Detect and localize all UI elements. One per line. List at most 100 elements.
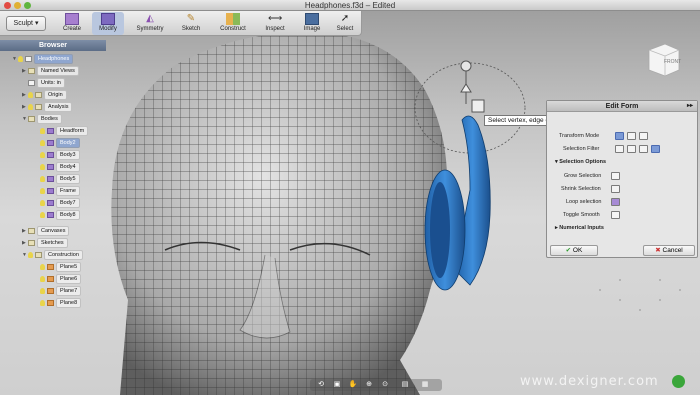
tree-item-body[interactable]: Body7 [40, 198, 80, 208]
vertex-filter-icon[interactable] [615, 145, 624, 153]
orbit-icon[interactable]: ⟲ [316, 380, 326, 390]
body-label: Body8 [56, 210, 80, 220]
edge-filter-icon[interactable] [627, 145, 636, 153]
modify-menu[interactable]: Modify [92, 12, 124, 35]
tree-item-body[interactable]: Frame [40, 186, 80, 196]
symmetry-label: Symmetry [136, 26, 164, 32]
tree-item-named-views[interactable]: ▶ Named Views [22, 66, 79, 77]
lightbulb-icon[interactable] [18, 56, 23, 62]
select-menu[interactable]: ➚ Select [332, 12, 358, 35]
body-icon [47, 127, 54, 134]
selection-filter-label: Selection Filter [563, 146, 600, 152]
tree-item-plane[interactable]: Plane5 [40, 262, 82, 272]
lightbulb-icon[interactable] [40, 199, 45, 206]
sketches-label: Sketches [37, 238, 68, 249]
pan-icon[interactable]: ✋ [348, 380, 358, 390]
shrink-selection-button[interactable] [611, 185, 620, 193]
modify-icon [101, 13, 115, 25]
symmetry-menu[interactable]: ◭ Symmetry [132, 12, 168, 35]
plane-icon [47, 299, 54, 306]
folder-icon [28, 68, 35, 74]
inspect-menu[interactable]: ⟷ Inspect [260, 12, 290, 35]
image-menu[interactable]: Image [298, 12, 326, 35]
numerical-inputs-header[interactable]: ▸ Numerical Inputs [555, 225, 604, 231]
folder-icon [28, 228, 35, 234]
lightbulb-icon[interactable] [40, 187, 45, 194]
edit-form-title: Edit Form ▸▸ [547, 101, 697, 112]
face-filter-icon[interactable] [639, 145, 648, 153]
tree-item-bodies[interactable]: ▼ Bodies [22, 114, 62, 125]
tree-item-body[interactable]: Body4 [40, 162, 80, 172]
tree-item-body[interactable]: Body8 [40, 210, 80, 220]
select-label: Select [336, 26, 354, 32]
construct-menu[interactable]: Construct [214, 12, 252, 35]
display-settings-icon[interactable]: ▤ [400, 380, 410, 390]
look-at-icon[interactable]: ▣ [332, 380, 342, 390]
zoom-window-icon[interactable] [24, 2, 31, 9]
edit-form-title-text: Edit Form [605, 103, 639, 110]
lightbulb-icon[interactable] [28, 252, 33, 258]
selection-options-label: Selection Options [559, 159, 607, 165]
object-filter-icon[interactable] [651, 145, 660, 153]
close-window-icon[interactable] [4, 2, 11, 9]
watermark-logo-icon [672, 375, 685, 388]
zoom-icon[interactable]: ⊕ [364, 380, 374, 390]
lightbulb-icon[interactable] [40, 275, 45, 282]
body-label: Body5 [56, 174, 80, 184]
cube-icon [65, 13, 79, 25]
tree-item-body[interactable]: Headform [40, 126, 89, 136]
cancel-button[interactable]: ✖ Cancel [643, 245, 695, 256]
tree-item-body[interactable]: Body3 [40, 150, 80, 160]
rotate-mode-icon[interactable] [627, 132, 636, 140]
sketch-menu[interactable]: ✎ Sketch [176, 12, 206, 35]
toggle-smooth-button[interactable] [611, 211, 620, 219]
lightbulb-icon[interactable] [28, 92, 33, 98]
tree-item-construction[interactable]: ▼ Construction [22, 250, 83, 261]
plane-icon [47, 275, 54, 282]
scale-mode-icon[interactable] [639, 132, 648, 140]
lightbulb-icon[interactable] [40, 175, 45, 182]
tree-item-analysis[interactable]: ▶ Analysis [22, 102, 73, 113]
lightbulb-icon[interactable] [28, 104, 33, 110]
body-label: Body2 [56, 138, 80, 148]
tree-item-canvases[interactable]: ▶ Canvases [22, 226, 70, 237]
lightbulb-icon[interactable] [40, 151, 45, 158]
workspace-dropdown[interactable]: Sculpt ▾ [6, 16, 46, 31]
selection-options-header[interactable]: ▾ Selection Options [555, 159, 606, 165]
tree-item-origin[interactable]: ▶ Origin [22, 90, 67, 101]
grow-selection-button[interactable] [611, 172, 620, 180]
lightbulb-icon[interactable] [40, 163, 45, 170]
tree-item-plane[interactable]: Plane6 [40, 274, 82, 284]
viewcube[interactable]: FRONT [645, 40, 683, 80]
move-mode-icon[interactable] [615, 132, 624, 140]
fit-icon[interactable]: ⊙ [380, 380, 390, 390]
tree-item-sketches[interactable]: ▶ Sketches [22, 238, 68, 249]
tree-item-body[interactable]: Body2 [40, 138, 80, 148]
tree-item-plane[interactable]: Plane8 [40, 298, 82, 308]
create-menu[interactable]: Create [58, 12, 86, 35]
lightbulb-icon[interactable] [40, 299, 45, 306]
expand-dialog-icon[interactable]: ▸▸ [687, 101, 693, 112]
tree-item-plane[interactable]: Plane7 [40, 286, 82, 296]
tree-item-body[interactable]: Body5 [40, 174, 80, 184]
inspect-label: Inspect [265, 26, 285, 32]
toolbar: Sculpt ▾ Create Modify ◭ Symmetry ✎ Sketch… [0, 11, 362, 36]
headform-mesh [111, 31, 448, 395]
shrink-selection-label: Shrink Selection [561, 186, 601, 192]
lightbulb-icon[interactable] [40, 263, 45, 270]
browser-panel: Browser ▼ Headphones ▶ Named Views Units: … [0, 40, 106, 320]
lightbulb-icon[interactable] [40, 139, 45, 146]
lightbulb-icon[interactable] [40, 287, 45, 294]
analysis-label: Analysis [44, 102, 73, 113]
folder-icon [35, 104, 42, 110]
ok-button[interactable]: ✔ OK [550, 245, 598, 256]
lightbulb-icon[interactable] [40, 127, 45, 134]
tree-item-units[interactable]: Units: in [28, 78, 65, 88]
minimize-window-icon[interactable] [14, 2, 21, 9]
loop-selection-button[interactable] [611, 198, 620, 206]
tree-item-root[interactable]: ▼ Headphones [12, 54, 74, 65]
grid-settings-icon[interactable]: ▦ [420, 380, 430, 390]
lightbulb-icon[interactable] [40, 211, 45, 218]
checkmark-icon: ✔ [565, 247, 572, 254]
body-icon [47, 175, 54, 182]
